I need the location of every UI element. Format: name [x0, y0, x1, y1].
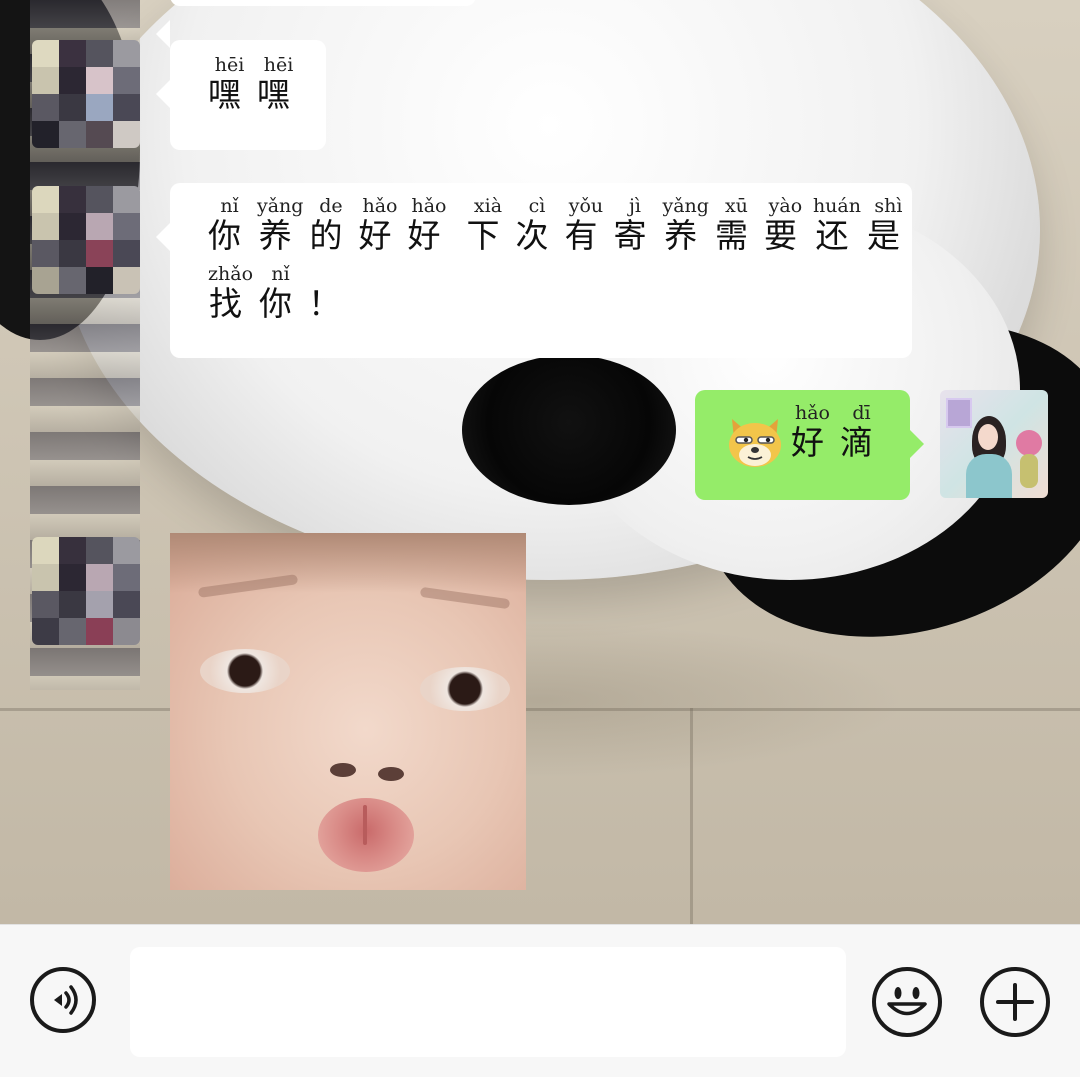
plus-icon	[996, 983, 1034, 1021]
ruby-char: 还huán	[812, 195, 861, 255]
ruby-char: 嘿hēi	[208, 54, 251, 114]
ruby-char: 滴dī	[840, 402, 883, 462]
ruby-char: 嘿hēi	[257, 54, 300, 114]
ruby-char: 的de	[309, 195, 353, 255]
ruby-char: 是shì	[866, 195, 910, 255]
message-bubble-partial	[156, 0, 476, 48]
message-text-line: 找zhǎo你nǐ！	[208, 263, 357, 333]
ruby-char: 你nǐ	[208, 195, 251, 255]
message-bubble-received[interactable]: 你nǐ养yǎng的de好hǎo好hǎo下xià次cì有yǒu寄jì养yǎng需x…	[156, 183, 912, 358]
photo-detail	[420, 667, 510, 711]
voice-button[interactable]	[30, 967, 96, 1033]
ruby-char: 好hǎo	[358, 195, 402, 255]
contact-avatar[interactable]	[32, 40, 140, 148]
avatar-detail	[946, 398, 972, 428]
avatar-detail	[1016, 430, 1042, 456]
ruby-char: 养yǎng	[257, 195, 304, 255]
ruby-char: 好hǎo	[791, 402, 834, 462]
emoji-button[interactable]	[872, 967, 942, 1037]
smiley-icon	[887, 987, 927, 1016]
voice-icon	[54, 985, 78, 1015]
ruby-char: 你nǐ	[259, 263, 302, 323]
message-bubble-received[interactable]: 嘿hēi嘿hēi	[156, 40, 326, 150]
message-input[interactable]	[130, 947, 846, 1057]
ruby-char: 需xū	[714, 195, 758, 255]
ruby-char: 要yào	[763, 195, 807, 255]
ruby-char: 有yǒu	[564, 195, 608, 255]
ruby-char: 养yǎng	[662, 195, 709, 255]
photo-detail	[330, 763, 356, 777]
photo-detail	[200, 649, 290, 693]
avatar-detail	[1020, 454, 1038, 488]
ruby-char: 找zhǎo	[208, 263, 254, 323]
chat-input-bar	[0, 924, 1080, 1077]
ruby-char: 次cì	[515, 195, 559, 255]
photo-detail	[378, 767, 404, 781]
my-avatar[interactable]	[940, 390, 1048, 498]
contact-avatar[interactable]	[32, 537, 140, 645]
ruby-char: 寄jì	[613, 195, 657, 255]
more-button[interactable]	[980, 967, 1050, 1037]
panda-wallpaper-nose	[462, 355, 676, 505]
floor-tile-line	[0, 708, 1080, 711]
message-text: 嘿hēi嘿hēi	[208, 54, 306, 121]
floor-tile-line	[690, 708, 693, 924]
chat-wallpaper	[0, 0, 1080, 924]
ruby-char: ！	[308, 284, 351, 323]
contact-avatar[interactable]	[32, 186, 140, 294]
ruby-char: 下xià	[466, 195, 510, 255]
doge-emoji-icon	[729, 419, 781, 467]
message-text: 好hǎo滴dī	[791, 402, 889, 471]
photo-detail	[363, 805, 367, 845]
avatar-detail	[978, 424, 998, 450]
image-message[interactable]	[170, 533, 526, 890]
ruby-char: 好hǎo	[407, 195, 451, 255]
message-text-line: 你nǐ养yǎng的de好hǎo好hǎo下xià次cì有yǒu寄jì养yǎng需x…	[208, 195, 916, 265]
avatar-detail	[966, 454, 1012, 498]
